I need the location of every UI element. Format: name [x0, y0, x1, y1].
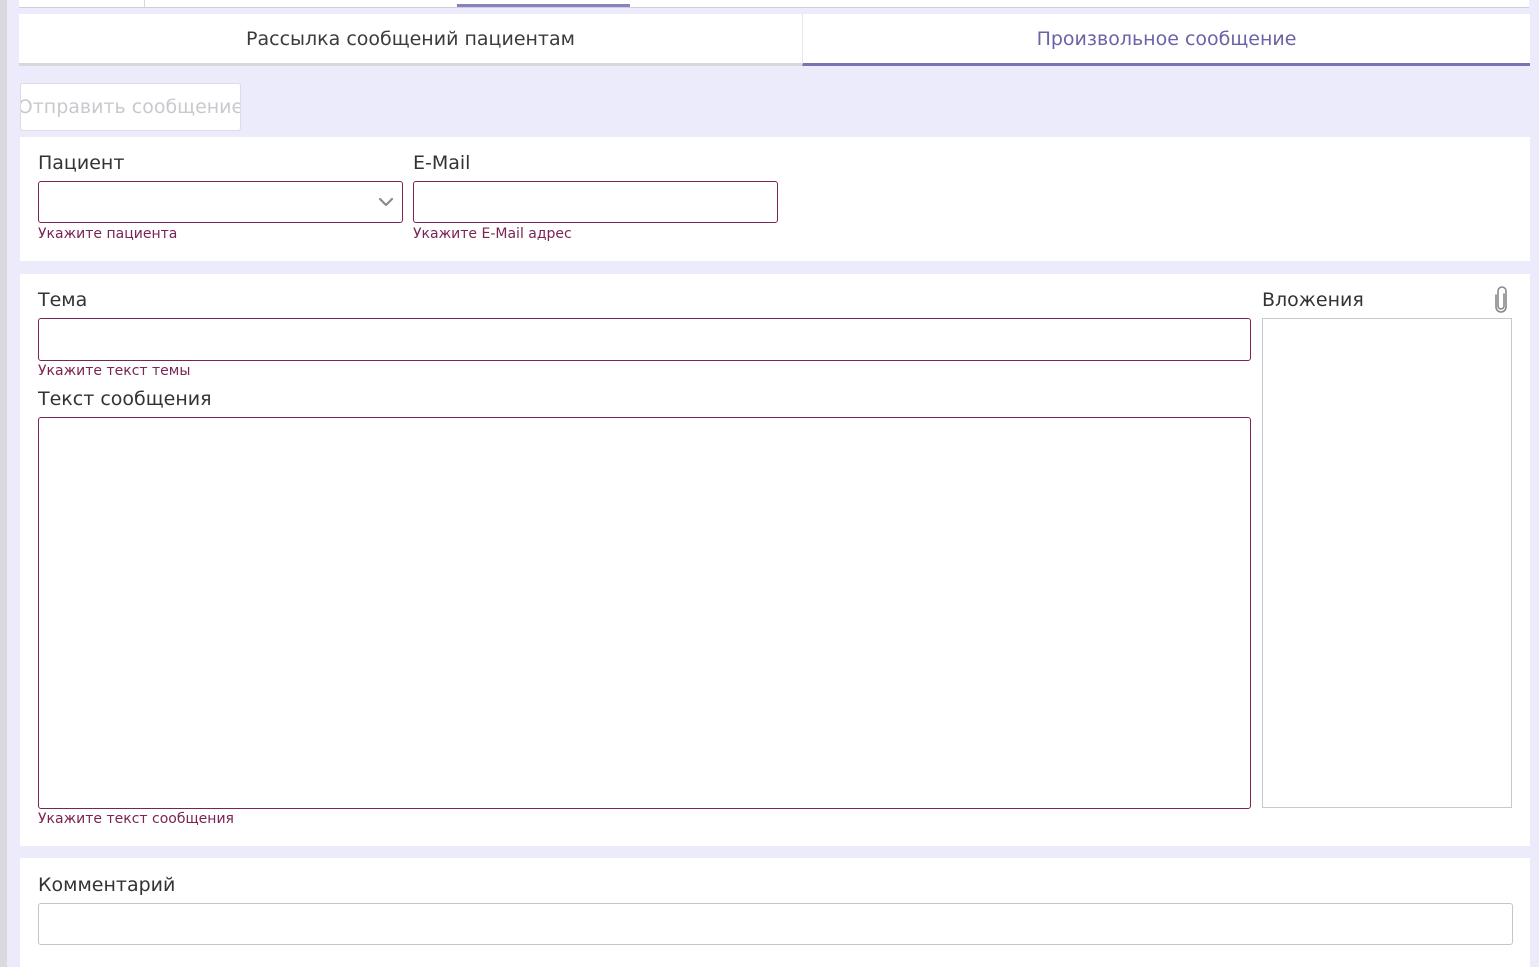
comment-label: Комментарий — [38, 874, 176, 896]
tab-custom-message-label: Произвольное сообщение — [1036, 27, 1297, 50]
patient-label: Пациент — [38, 152, 125, 174]
attachments-list[interactable] — [1262, 318, 1512, 808]
subject-label: Тема — [38, 289, 88, 311]
patient-select[interactable] — [38, 181, 403, 223]
left-edge — [0, 0, 7, 967]
body-textarea[interactable] — [38, 417, 1251, 809]
tab-bar: Рассылка сообщений пациентам Произвольно… — [19, 14, 1530, 66]
top-tab-divider — [144, 0, 145, 7]
email-label: E-Mail — [413, 152, 471, 174]
comment-panel: Комментарий — [20, 858, 1530, 967]
send-message-button[interactable]: Отправить сообщение — [20, 83, 241, 131]
recipient-panel: Пациент Укажите пациента E-Mail Укажите … — [20, 137, 1530, 261]
comment-input[interactable] — [38, 903, 1513, 945]
top-tab-strip — [19, 0, 1529, 8]
tab-custom-message[interactable]: Произвольное сообщение — [802, 14, 1530, 66]
chevron-down-icon — [378, 197, 394, 207]
paperclip-icon[interactable] — [1492, 286, 1510, 314]
tab-patient-mailing[interactable]: Рассылка сообщений пациентам — [19, 14, 802, 66]
message-panel: Тема Укажите текст темы Текст сообщения … — [20, 274, 1530, 846]
patient-error: Укажите пациента — [38, 226, 178, 242]
subject-input[interactable] — [38, 318, 1251, 361]
subject-error: Укажите текст темы — [38, 363, 191, 379]
attachments-label: Вложения — [1262, 289, 1364, 311]
tab-patient-mailing-label: Рассылка сообщений пациентам — [246, 27, 575, 50]
email-input[interactable] — [413, 181, 778, 223]
top-tab-active-indicator — [457, 4, 630, 7]
email-error: Укажите E-Mail адрес — [413, 226, 572, 242]
body-error: Укажите текст сообщения — [38, 811, 234, 827]
body-label: Текст сообщения — [38, 388, 212, 410]
